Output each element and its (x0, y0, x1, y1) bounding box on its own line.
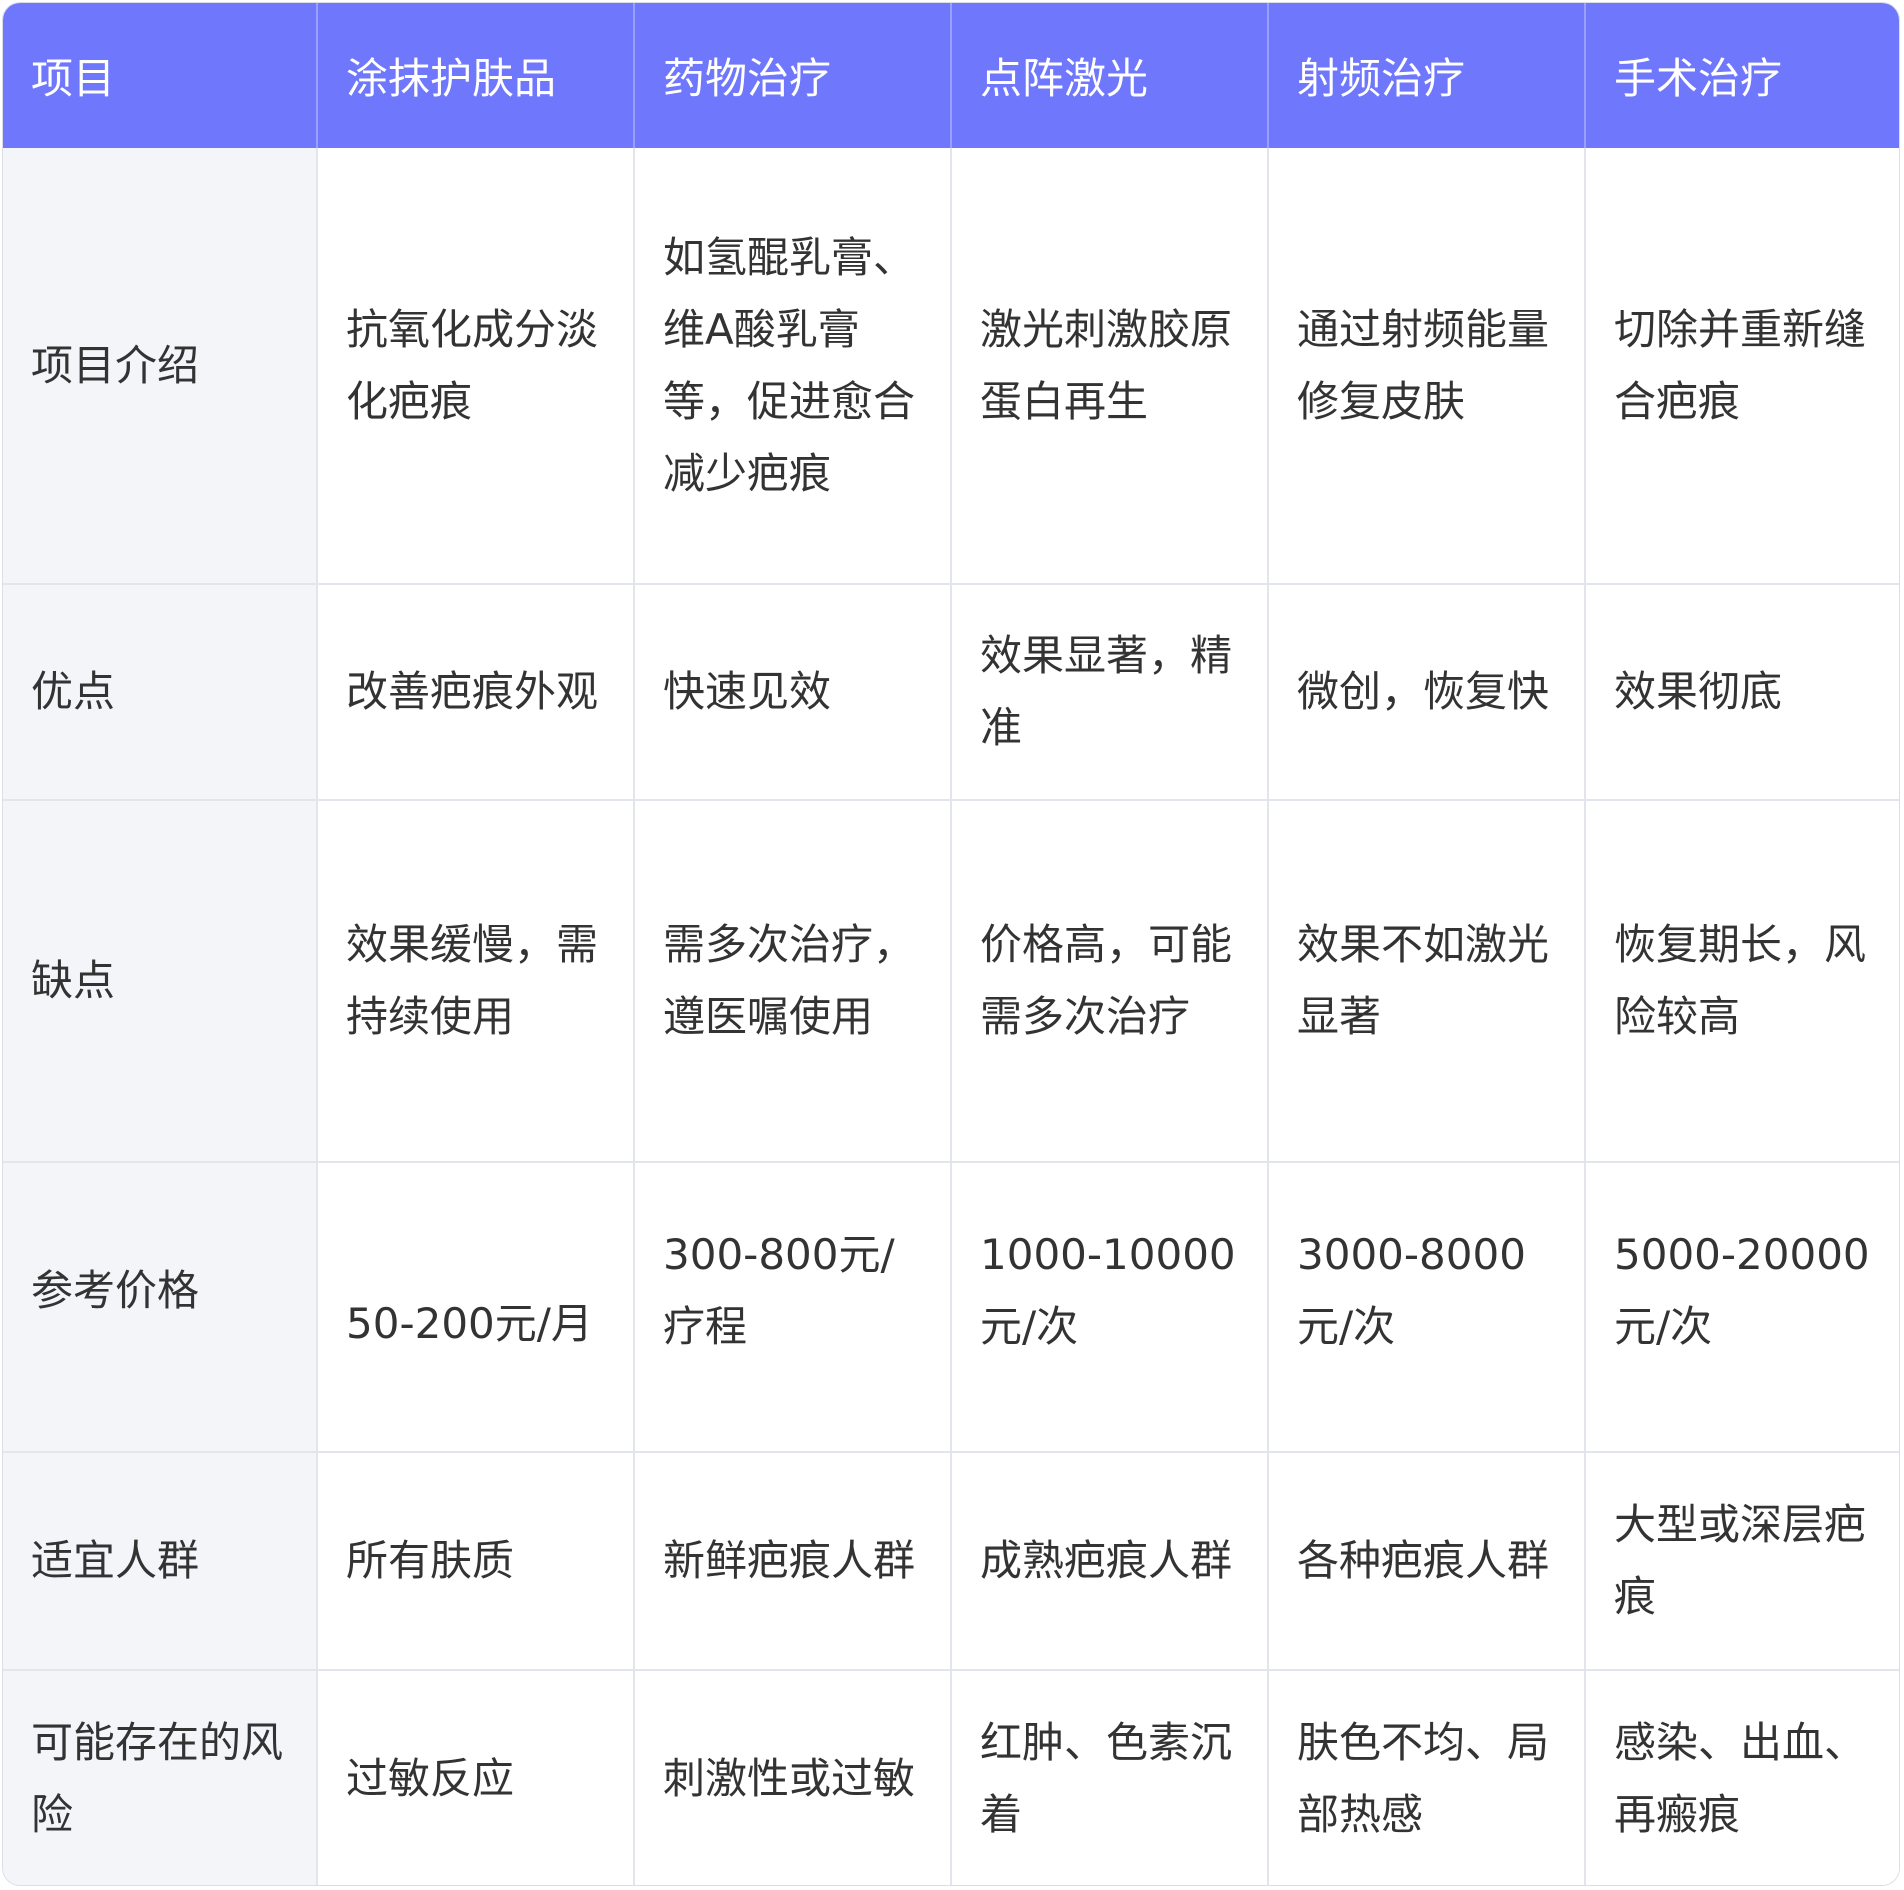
header-cell-skincare: 涂抹护肤品 (317, 3, 635, 148)
table-cell: 抗氧化成分淡化疤痕 (317, 148, 635, 585)
table-cell: 激光刺激胶原蛋白再生 (951, 148, 1269, 585)
table-cell: 1000-10000元/次 (951, 1162, 1269, 1453)
table-cell: 切除并重新缝合疤痕 (1585, 148, 1899, 585)
header-cell-fractional-laser: 点阵激光 (951, 3, 1269, 148)
row-label: 项目介绍 (3, 148, 318, 585)
table-cell: 成熟疤痕人群 (951, 1452, 1269, 1671)
row-label: 缺点 (3, 800, 318, 1163)
table-cell: 所有肤质 (317, 1452, 635, 1671)
table-cell: 5000-20000元/次 (1585, 1162, 1899, 1453)
header-cell-radiofrequency: 射频治疗 (1268, 3, 1586, 148)
row-label: 可能存在的风险 (3, 1670, 318, 1885)
table-cell: 50-200元/月 (317, 1162, 635, 1453)
scar-treatment-comparison-table: 项目 涂抹护肤品 药物治疗 点阵激光 射频治疗 手术治疗 项目介绍 抗氧化成分淡… (3, 3, 1899, 1885)
table-cell: 红肿、色素沉着 (951, 1670, 1269, 1885)
table-cell: 各种疤痕人群 (1268, 1452, 1586, 1671)
table-cell: 效果不如激光显著 (1268, 800, 1586, 1163)
table-cell: 感染、出血、再瘢痕 (1585, 1670, 1899, 1885)
table-cell: 效果彻底 (1585, 584, 1899, 801)
header-cell-medication: 药物治疗 (634, 3, 952, 148)
table-row-advantages: 优点 改善疤痕外观 快速见效 效果显著，精准 微创，恢复快 效果彻底 (3, 584, 1899, 801)
table-cell: 恢复期长，风险较高 (1585, 800, 1899, 1163)
table-row-reference-price: 参考价格 50-200元/月 300-800元/疗程 1000-10000元/次… (3, 1162, 1899, 1453)
table-cell: 通过射频能量修复皮肤 (1268, 148, 1586, 585)
table-cell: 如氢醌乳膏、维A酸乳膏等，促进愈合减少疤痕 (634, 148, 952, 585)
table-cell: 过敏反应 (317, 1670, 635, 1885)
row-label: 优点 (3, 584, 318, 801)
table-cell: 效果缓慢，需持续使用 (317, 800, 635, 1163)
table-row-disadvantages: 缺点 效果缓慢，需持续使用 需多次治疗，遵医嘱使用 价格高，可能需多次治疗 效果… (3, 800, 1899, 1163)
table-cell: 效果显著，精准 (951, 584, 1269, 801)
table-cell: 3000-8000元/次 (1268, 1162, 1586, 1453)
table-cell: 改善疤痕外观 (317, 584, 635, 801)
table-cell: 需多次治疗，遵医嘱使用 (634, 800, 952, 1163)
table-cell: 价格高，可能需多次治疗 (951, 800, 1269, 1163)
table-cell: 大型或深层疤痕 (1585, 1452, 1899, 1671)
table-cell: 新鲜疤痕人群 (634, 1452, 952, 1671)
table-cell: 刺激性或过敏 (634, 1670, 952, 1885)
table-cell: 微创，恢复快 (1268, 584, 1586, 801)
table-row-introduction: 项目介绍 抗氧化成分淡化疤痕 如氢醌乳膏、维A酸乳膏等，促进愈合减少疤痕 激光刺… (3, 148, 1899, 585)
row-label: 适宜人群 (3, 1452, 318, 1671)
table-cell: 肤色不均、局部热感 (1268, 1670, 1586, 1885)
table-row-possible-risks: 可能存在的风险 过敏反应 刺激性或过敏 红肿、色素沉着 肤色不均、局部热感 感染… (3, 1670, 1899, 1885)
table-header-row: 项目 涂抹护肤品 药物治疗 点阵激光 射频治疗 手术治疗 (3, 3, 1899, 148)
header-cell-item: 项目 (3, 3, 318, 148)
row-label: 参考价格 (3, 1162, 318, 1453)
table-cell: 快速见效 (634, 584, 952, 801)
table-cell: 300-800元/疗程 (634, 1162, 952, 1453)
comparison-table-container: 项目 涂抹护肤品 药物治疗 点阵激光 射频治疗 手术治疗 项目介绍 抗氧化成分淡… (2, 2, 1900, 1886)
header-cell-surgery: 手术治疗 (1585, 3, 1899, 148)
table-row-suitable-people: 适宜人群 所有肤质 新鲜疤痕人群 成熟疤痕人群 各种疤痕人群 大型或深层疤痕 (3, 1452, 1899, 1671)
